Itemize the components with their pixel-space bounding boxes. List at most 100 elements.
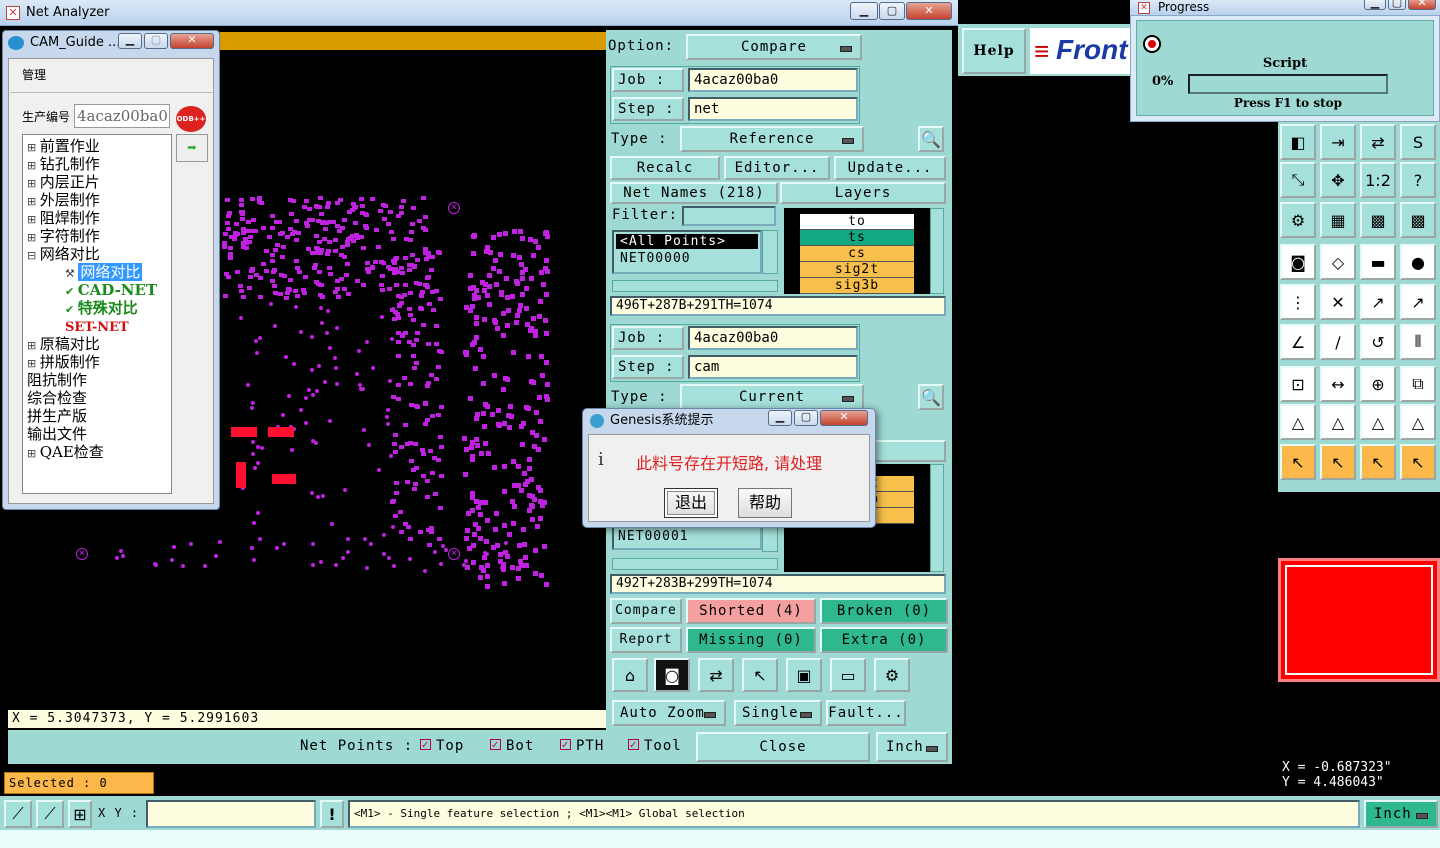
panel-right-icon[interactable]: ⇥ xyxy=(1320,124,1356,160)
line-node2-icon[interactable]: ↗ xyxy=(1400,284,1436,320)
net-list-hscroll-bottom[interactable] xyxy=(612,558,778,570)
cam-guide-tree[interactable]: ⊞ 前置作业 ⊞ 钻孔制作 ⊞ 内层正片 ⊞ 外层制作 ⊞ 阻焊制作 ⊞ 字符制作 ⊟ 网络… xyxy=(22,134,172,494)
close-button[interactable]: Close xyxy=(696,732,870,762)
bottom-step-field[interactable]: cam xyxy=(688,355,858,379)
net-list-item-bottom[interactable]: NET00001 xyxy=(614,528,760,546)
bot-checkbox[interactable]: ✓ Bot xyxy=(490,738,534,754)
line-node-icon[interactable]: ↗ xyxy=(1360,284,1396,320)
dialog-close-button[interactable]: ✕ xyxy=(820,410,868,426)
layer-item[interactable]: to xyxy=(800,214,914,230)
exit-button[interactable]: 退出 xyxy=(664,488,718,518)
layers-header[interactable]: Layers xyxy=(780,182,946,204)
ruler-scale-icon[interactable]: ▬ xyxy=(1360,244,1396,280)
grid-icon[interactable]: ⊞ xyxy=(68,800,92,828)
top-checkbox[interactable]: ✓ Top xyxy=(420,738,464,754)
distance-icon[interactable]: ↔ xyxy=(1320,366,1356,402)
rotate-icon[interactable]: ↺ xyxy=(1360,324,1396,360)
status-unit-dropdown[interactable]: Inch xyxy=(1364,800,1438,828)
progress-maximize-button[interactable]: ▢ xyxy=(1388,0,1406,10)
layer-list-scrollbar-bottom[interactable] xyxy=(930,464,944,572)
tree-item[interactable]: ⊞ 外层制作 xyxy=(27,191,171,209)
progress-close-button[interactable]: ✕ xyxy=(1408,0,1436,10)
feature-select-icon[interactable]: ◙ xyxy=(654,658,690,692)
layer-item[interactable]: cs xyxy=(800,246,914,262)
tool-checkbox[interactable]: ✓ Tool xyxy=(628,738,682,754)
select-icon[interactable]: ◙ xyxy=(1280,244,1316,280)
grid-view-icon[interactable]: ▦ xyxy=(1320,202,1356,238)
tree-item[interactable]: SET-NET xyxy=(27,317,171,335)
dot-icon[interactable]: ● xyxy=(1400,244,1436,280)
triangle2-icon[interactable]: △ xyxy=(1320,404,1356,440)
unit-dropdown[interactable]: Inch xyxy=(876,732,948,762)
layers-red2-icon[interactable]: ▩ xyxy=(1400,202,1436,238)
top-type-dropdown[interactable]: Reference xyxy=(680,126,864,152)
layer-item[interactable]: sig3b xyxy=(800,278,914,294)
minimize-button[interactable]: ▁ xyxy=(850,2,878,20)
stop-icon[interactable] xyxy=(1143,35,1161,53)
cursor-icon[interactable]: ↖ xyxy=(1280,444,1316,480)
single-dropdown[interactable]: Single xyxy=(734,700,822,726)
dialog-maximize-button[interactable]: ▢ xyxy=(794,410,818,426)
missing-button[interactable]: Missing (0) xyxy=(686,627,816,653)
cam-guide-menu[interactable]: 管理 xyxy=(22,66,46,83)
polygon-icon[interactable]: ◇ xyxy=(1320,244,1356,280)
cam-guide-maximize-button[interactable]: ▢ xyxy=(144,33,168,49)
triangle4-icon[interactable]: △ xyxy=(1400,404,1436,440)
zoom-icon[interactable]: 🔍 xyxy=(918,126,944,152)
snap-icon[interactable]: ⟋ xyxy=(4,800,32,828)
pointer-net-icon[interactable]: ↖ xyxy=(742,658,778,692)
tree-item[interactable]: 输出文件 xyxy=(27,425,171,443)
bottom-step-button[interactable]: Step : xyxy=(612,355,684,379)
tree-item[interactable]: 阻抗制作 xyxy=(27,371,171,389)
window-icon[interactable]: ▣ xyxy=(786,658,822,692)
all-points-item[interactable]: <All Points> xyxy=(616,234,758,249)
net-list-scrollbar[interactable] xyxy=(762,230,778,274)
tree-item[interactable]: ⊞ 阻焊制作 xyxy=(27,209,171,227)
nodes-icon[interactable]: ⋮ xyxy=(1280,284,1316,320)
ruler-icon[interactable]: ▭ xyxy=(830,658,866,692)
top-step-field[interactable]: net xyxy=(688,97,858,121)
update-button[interactable]: Update... xyxy=(834,156,946,180)
tree-item[interactable]: ✔ 特殊对比 xyxy=(27,299,171,317)
net-list-scrollbar-bottom[interactable] xyxy=(762,526,778,552)
layer-list-scrollbar[interactable] xyxy=(930,208,944,294)
main-window-titlebar[interactable]: ✕ Net Analyzer ▁ ▢ ✕ xyxy=(0,0,958,26)
progress-titlebar[interactable]: ✕ Progress ▁ ▢ ✕ xyxy=(1130,0,1440,16)
filter-input[interactable] xyxy=(682,206,776,226)
tree-item[interactable]: ⚒ 网络对比 xyxy=(27,263,171,281)
bottom-type-dropdown[interactable]: Current xyxy=(680,384,864,410)
bottom-job-field[interactable]: 4acaz00ba0 xyxy=(688,326,858,350)
broken-button[interactable]: Broken (0) xyxy=(820,598,948,624)
tree-item[interactable]: ✔ CAD-NET xyxy=(27,281,171,299)
settings-icon[interactable]: ⚙ xyxy=(874,658,910,692)
dialog-help-button[interactable]: 帮助 xyxy=(738,488,792,518)
shorted-button[interactable]: Shorted (4) xyxy=(686,598,816,624)
swap-view-icon[interactable]: ⇄ xyxy=(1360,124,1396,160)
fit-icon[interactable]: ⤡ xyxy=(1280,162,1316,198)
swap-icon[interactable]: ⇄ xyxy=(698,658,734,692)
xy-input[interactable] xyxy=(146,800,316,828)
recalc-button[interactable]: Recalc xyxy=(610,156,720,180)
tree-item[interactable]: ⊞ 内层正片 xyxy=(27,173,171,191)
pth-checkbox[interactable]: ✓ PTH xyxy=(560,738,604,754)
cursor2-icon[interactable]: ↖ xyxy=(1320,444,1356,480)
report-button[interactable]: Report xyxy=(610,627,682,653)
cross-icon[interactable]: ✕ xyxy=(1320,284,1356,320)
layer-item[interactable]: sig2t xyxy=(800,262,914,278)
panel-left-icon[interactable]: ◧ xyxy=(1280,124,1316,160)
dialog-titlebar[interactable]: Genesis系统提示 ▁ ▢ ✕ xyxy=(582,408,876,434)
bottom-job-button[interactable]: Job : xyxy=(612,326,684,350)
net-list-hscroll[interactable] xyxy=(612,280,778,292)
tree-item[interactable]: ⊟ 网络对比 xyxy=(27,245,171,263)
layers-red-icon[interactable]: ▩ xyxy=(1360,202,1396,238)
tree-item[interactable]: ⊞ 字符制作 xyxy=(27,227,171,245)
top-step-button[interactable]: Step : xyxy=(612,97,684,121)
layer-list-top[interactable]: to ts cs sig2t sig3b xyxy=(784,208,930,294)
auto-zoom-dropdown[interactable]: Auto Zoom xyxy=(612,700,726,726)
triangle3-icon[interactable]: △ xyxy=(1360,404,1396,440)
extra-button[interactable]: Extra (0) xyxy=(820,627,948,653)
compare-button[interactable]: Compare xyxy=(610,598,682,624)
blocks-icon[interactable]: ⧉ xyxy=(1400,366,1436,402)
tree-item[interactable]: 拼生产版 xyxy=(27,407,171,425)
odb-button[interactable]: ODB++ xyxy=(176,106,206,132)
